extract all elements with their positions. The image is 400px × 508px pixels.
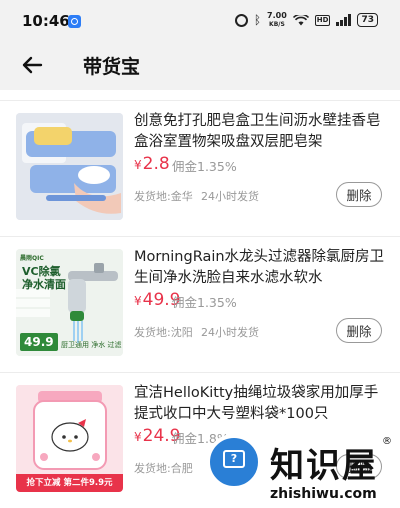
currency-symbol: ¥ (134, 430, 142, 444)
product-item[interactable]: 创意免打孔肥皂盒卫生间沥水壁挂香皂盒浴室置物架吸盘双层肥皂架 ¥2.8 佣金1.… (0, 100, 400, 236)
wifi-icon (292, 14, 309, 25)
delivery-time: 24小时发货 (201, 190, 259, 203)
back-arrow-icon[interactable] (16, 50, 48, 80)
delete-button[interactable]: 删除 (336, 182, 382, 207)
delivery-time: 24小时发货 (201, 326, 259, 339)
hd-badge: HD (314, 14, 331, 26)
commission-rate: 佣金1.35% (172, 295, 237, 310)
product-item[interactable]: 晨雨QIC VC除氯 净水清面 49.9 厨卫通用 净水 过滤 MorningR… (0, 236, 400, 372)
watermark: ? 知识屋 ® zhishiwu.com (200, 430, 400, 508)
alarm-icon (234, 13, 248, 27)
soap-dish-image (16, 113, 123, 220)
battery-icon: 73 (357, 13, 378, 27)
delete-button[interactable]: 删除 (336, 318, 382, 343)
status-icons: ᛒ 7.00 KB/S HD 73 (234, 10, 378, 29)
page-title: 带货宝 (83, 56, 141, 78)
product-title[interactable]: 宜洁HelloKitty抽绳垃圾袋家用加厚手提式收口中大号塑料袋*100只 (134, 383, 386, 425)
thumb-headline: VC除氯 净水清面 (22, 265, 66, 291)
shipping-origin: 发货地:沈阳 (134, 326, 193, 339)
product-thumbnail[interactable] (16, 113, 123, 220)
thumb-promo: 抢下立减 第二件9.9元 (16, 474, 123, 492)
product-title[interactable]: MorningRain水龙头过滤器除氯厨房卫生间净水洗脸自来水滤水软水 (134, 247, 386, 289)
status-time: 10:46 (22, 12, 70, 30)
thumb-headline-line2: 净水清面 (22, 278, 66, 291)
question-screen-icon: ? (206, 434, 262, 490)
registered-mark: ® (382, 436, 392, 447)
product-thumbnail[interactable]: 晨雨QIC VC除氯 净水清面 49.9 厨卫通用 净水 过滤 (16, 249, 123, 356)
product-thumbnail[interactable]: 抢下立减 第二件9.9元 (16, 385, 123, 492)
app-header: 带货宝 (0, 40, 400, 90)
product-title[interactable]: 创意免打孔肥皂盒卫生间沥水壁挂香皂盒浴室置物架吸盘双层肥皂架 (134, 111, 386, 153)
signal-icon (336, 14, 352, 26)
status-bar: 10:46 ᛒ 7.00 KB/S HD 73 (0, 0, 400, 40)
network-speed: 7.00 KB/S (267, 10, 287, 29)
commission-rate: 佣金1.35% (172, 159, 237, 174)
app-notification-icon (68, 15, 81, 28)
thumb-brand: 晨雨QIC (20, 255, 44, 262)
price-value: 2.8 (142, 154, 170, 174)
product-price: ¥2.8 (134, 154, 170, 174)
watermark-text: 知识屋 (270, 446, 378, 486)
currency-symbol: ¥ (134, 294, 142, 308)
network-speed-value: 7.00 (267, 10, 287, 20)
watermark-url: zhishiwu.com (270, 486, 377, 502)
thumb-note: 厨卫通用 净水 过滤 (61, 341, 122, 349)
currency-symbol: ¥ (134, 158, 142, 172)
thumb-headline-line1: VC除氯 (22, 265, 61, 278)
thumb-price: 49.9 (20, 333, 58, 351)
shipping-origin: 发货地:合肥 (134, 462, 193, 475)
shipping-origin: 发货地:金华 (134, 190, 193, 203)
network-speed-unit: KB/S (269, 20, 285, 28)
bluetooth-icon: ᛒ (253, 13, 262, 27)
